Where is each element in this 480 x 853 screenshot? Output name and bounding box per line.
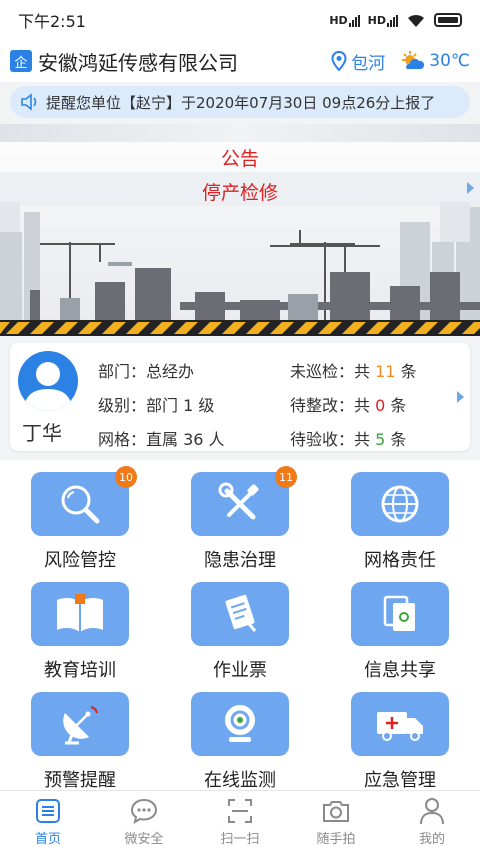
- battery-icon: [434, 13, 462, 27]
- banner-arrow-icon[interactable]: [467, 182, 474, 194]
- tab-scan[interactable]: 扫一扫: [192, 791, 288, 853]
- department-value: 总经办: [146, 362, 195, 381]
- avatar: [18, 351, 78, 411]
- tab-label: 随手拍: [316, 832, 356, 847]
- menu-education-training[interactable]: 教育培训: [10, 582, 150, 682]
- signal-icon-2: HD: [368, 14, 398, 27]
- tab-label: 扫一扫: [220, 832, 260, 847]
- company-badge-icon: 企: [10, 50, 32, 72]
- grid-value: 直属 36 人: [146, 430, 225, 449]
- bottom-tab-bar: 首页 微安全 扫一扫 随手拍 我的: [0, 790, 480, 853]
- temperature-label: 30℃: [429, 51, 470, 71]
- menu-label: 教育培训: [44, 660, 116, 681]
- weather-widget[interactable]: 30℃: [399, 50, 470, 72]
- chat-bubble-icon: [130, 797, 158, 825]
- book-icon: [31, 582, 129, 646]
- speaker-icon: [21, 93, 37, 111]
- menu-grid-responsibility[interactable]: 网格责任: [330, 472, 470, 572]
- menu-risk-control[interactable]: 10 风险管控: [10, 466, 150, 572]
- notice-text: 提醒您单位【赵宁】于2020年07月30日 09点26分上报了: [46, 93, 436, 112]
- location-label: 包河: [351, 53, 386, 74]
- wifi-icon: [408, 14, 424, 27]
- function-grid: 10 风险管控 11 隐患治理 网格责任 教育培训 作业票 信息共享 预警提醒 …: [0, 460, 480, 792]
- signal-icon-1: HD: [329, 14, 360, 27]
- location-pin-icon: [331, 51, 347, 71]
- sun-cloud-icon: [402, 51, 425, 69]
- tab-mine[interactable]: 我的: [384, 791, 480, 853]
- user-name: 丁华: [22, 421, 62, 445]
- uninspected-row[interactable]: 未巡检：共 11 条: [290, 355, 417, 389]
- to-accept-count: 5: [375, 430, 386, 449]
- department-row: 部门：总经办: [98, 362, 195, 381]
- status-time: 下午2:51: [18, 12, 86, 31]
- construction-illustration: [0, 202, 480, 336]
- satellite-dish-icon: [31, 692, 129, 756]
- hazard-badge: 11: [275, 466, 297, 488]
- banner-top-strip: [0, 124, 480, 142]
- menu-online-monitoring[interactable]: 在线监测: [170, 692, 310, 792]
- status-icons: HD HD: [329, 12, 462, 28]
- ambulance-icon: [351, 692, 449, 756]
- company-name: 安徽鸿延传感有限公司: [38, 50, 238, 75]
- menu-warning-alert[interactable]: 预警提醒: [10, 692, 150, 792]
- person-icon: [418, 797, 446, 825]
- globe-grid-icon: [351, 472, 449, 536]
- camera-monitor-icon: [191, 692, 289, 756]
- share-docs-icon: [351, 582, 449, 646]
- to-rectify-count: 0: [375, 396, 386, 415]
- to-accept-row[interactable]: 待验收：共 5 条: [290, 423, 417, 457]
- user-profile-card[interactable]: 丁华 部门：总经办 级别：部门 1 级 网格：直属 36 人 未巡检：共 11 …: [10, 343, 470, 451]
- menu-hazard-governance[interactable]: 11 隐患治理: [170, 466, 310, 572]
- notice-marquee[interactable]: 提醒您单位【赵宁】于2020年07月30日 09点26分上报了: [10, 86, 470, 118]
- menu-emergency-management[interactable]: 应急管理: [330, 692, 470, 792]
- uninspected-count: 11: [375, 362, 396, 381]
- tab-label: 首页: [34, 832, 61, 847]
- user-info-right: 未巡检：共 11 条 待整改：共 0 条 待验收：共 5 条: [290, 355, 417, 457]
- status-bar: 下午2:51 HD HD: [0, 0, 480, 40]
- grid-row: 网格：直属 36 人: [98, 430, 225, 449]
- banner-title: 公告: [220, 148, 259, 170]
- menu-label: 预警提醒: [44, 770, 116, 791]
- profile-arrow-icon[interactable]: [457, 391, 464, 403]
- ticket-icon: [191, 582, 289, 646]
- person-avatar-icon: [24, 362, 72, 411]
- camera-icon: [322, 797, 350, 825]
- tab-label: 我的: [418, 832, 445, 847]
- tab-label: 微安全: [124, 832, 164, 847]
- menu-work-ticket[interactable]: 作业票: [170, 582, 310, 682]
- magnifier-icon: 10: [31, 466, 137, 536]
- risk-badge: 10: [115, 466, 137, 488]
- tab-micro-safety[interactable]: 微安全: [96, 791, 192, 853]
- menu-label: 应急管理: [364, 770, 436, 791]
- tab-home[interactable]: 首页: [0, 791, 96, 853]
- app-header: 企 安徽鸿延传感有限公司 包河 30℃: [0, 40, 480, 82]
- user-info-left: 部门：总经办 级别：部门 1 级 网格：直属 36 人: [98, 355, 225, 457]
- menu-label: 信息共享: [364, 660, 436, 681]
- menu-label: 作业票: [213, 660, 267, 681]
- level-value: 部门 1 级: [146, 396, 215, 415]
- tab-snapshot[interactable]: 随手拍: [288, 791, 384, 853]
- announcement-banner[interactable]: 公告 停产检修: [0, 124, 480, 336]
- menu-label: 网格责任: [364, 550, 436, 571]
- home-list-icon: [34, 797, 62, 825]
- location-selector[interactable]: 包河: [331, 49, 385, 74]
- menu-label: 在线监测: [204, 770, 276, 791]
- menu-label: 隐患治理: [204, 550, 276, 571]
- banner-subtitle: 停产检修: [201, 182, 278, 204]
- menu-label: 风险管控: [44, 550, 116, 571]
- to-rectify-row[interactable]: 待整改：共 0 条: [290, 389, 417, 423]
- level-row: 级别：部门 1 级: [98, 396, 215, 415]
- scan-icon: [226, 797, 254, 825]
- tools-icon: 11: [191, 466, 297, 536]
- menu-info-sharing[interactable]: 信息共享: [330, 582, 470, 682]
